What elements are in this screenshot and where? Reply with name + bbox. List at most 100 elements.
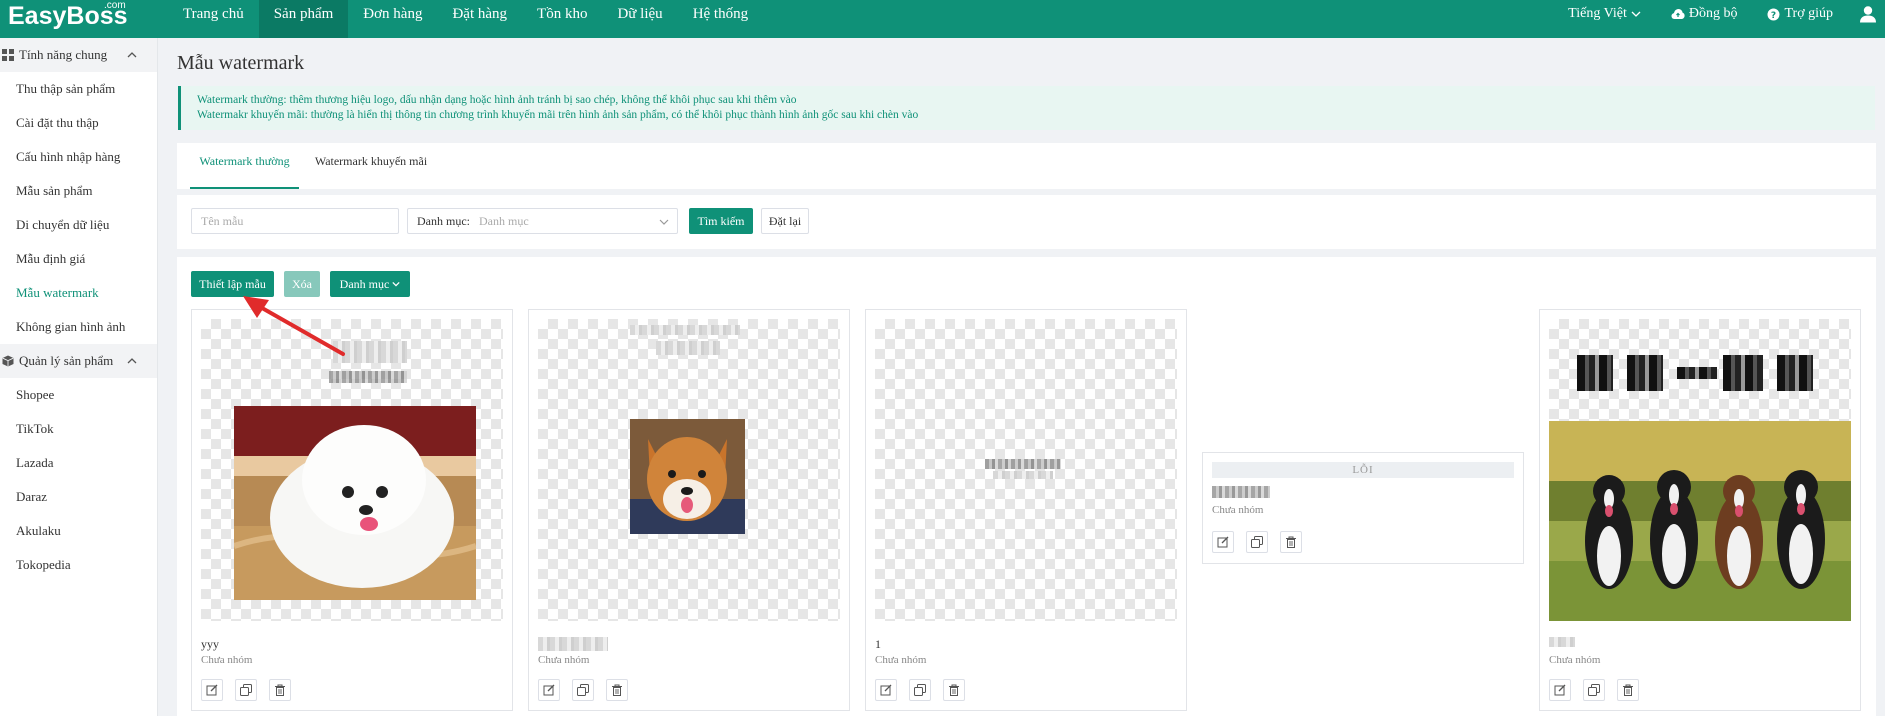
card-preview [1549,319,1851,621]
template-list-panel: Thiết lập mẫu Xóa Danh mục yyy Chưa nhóm… [177,257,1876,716]
sidebar-item-import-config[interactable]: Cấu hình nhập hàng [0,140,157,174]
watermark-text-blurred [656,341,720,355]
sidebar-item-image-space[interactable]: Không gian hình ảnh [0,310,157,344]
card-preview [201,319,503,621]
copy-icon [240,684,252,696]
nav-item-inventory[interactable]: Tồn kho [522,0,602,38]
category-select[interactable]: Danh mục: Danh mục [407,208,678,234]
sidebar-item-collect-settings[interactable]: Cài đặt thu thập [0,106,157,140]
nav-item-orders[interactable]: Đơn hàng [348,0,437,38]
template-name-input[interactable]: Tên mẫu [191,208,399,234]
sidebar-group-product-management[interactable]: Quản lý sản phẩm [0,344,157,378]
card-group: Chưa nhóm [201,654,253,666]
reset-button[interactable]: Đặt lại [761,208,809,234]
dogs-group-image [1549,421,1851,621]
edit-button[interactable] [1212,531,1234,553]
chevron-up-icon [127,358,137,364]
watermark-card[interactable]: 1 Chưa nhóm [865,309,1187,711]
watermark-text-blurred [1677,367,1717,379]
copy-icon [577,684,589,696]
delete-card-button[interactable] [943,679,965,701]
card-actions [1549,679,1651,701]
sidebar-item-akulaku[interactable]: Akulaku [0,514,157,548]
trash-icon [1623,684,1633,696]
language-label: Tiếng Việt [1568,6,1627,21]
delete-card-button[interactable] [1280,531,1302,553]
edit-button[interactable] [1549,679,1571,701]
edit-button[interactable] [875,679,897,701]
search-button[interactable]: Tìm kiếm [689,208,753,234]
nav-item-purchase[interactable]: Đặt hàng [437,0,522,38]
watermark-text-blurred [329,371,407,383]
sidebar-item-tokopedia[interactable]: Tokopedia [0,548,157,582]
nav-item-home[interactable]: Trang chủ [168,0,259,38]
copy-button[interactable] [235,679,257,701]
error-label: LỖI [1212,462,1514,478]
sidebar-item-daraz[interactable]: Daraz [0,480,157,514]
copy-button[interactable] [909,679,931,701]
sidebar-item-collect-products[interactable]: Thu thập sản phẩm [0,72,157,106]
copy-button[interactable] [1583,679,1605,701]
watermark-text-blurred [993,471,1053,479]
copy-button[interactable] [572,679,594,701]
card-name: yyy [201,637,219,651]
sync-button[interactable]: Đồng bộ [1671,0,1738,28]
notice-line-normal: Watermark thường: thêm thương hiệu logo,… [197,94,797,106]
chevron-up-icon [127,52,137,58]
annotation-arrow-icon [243,296,345,356]
card-name-blurred [538,637,608,651]
sidebar-item-product-templates[interactable]: Mẫu sản phẩm [0,174,157,208]
help-label: Trợ giúp [1784,6,1833,21]
user-avatar-icon[interactable] [1859,5,1877,23]
edit-icon [880,684,892,696]
card-name: 1 [875,637,881,651]
edit-button[interactable] [201,679,223,701]
help-icon: ? [1767,8,1780,21]
sidebar-item-pricing-templates[interactable]: Mẫu định giá [0,242,157,276]
grid-icon [2,49,14,61]
category-dropdown-label: Danh mục [339,277,390,291]
sidebar-item-lazada[interactable]: Lazada [0,446,157,480]
tab-promo-watermark[interactable]: Watermark khuyến mãi [311,143,431,189]
watermark-text-blurred [1723,355,1763,391]
main-nav: Trang chủ Sản phẩm Đơn hàng Đặt hàng Tồn… [168,0,763,38]
filter-panel: Tên mẫu Danh mục: Danh mục Tìm kiếm Đặt … [177,195,1876,249]
nav-item-data[interactable]: Dữ liệu [602,0,677,38]
card-preview [875,319,1177,621]
delete-card-button[interactable] [606,679,628,701]
watermark-card[interactable]: Chưa nhóm [1539,309,1861,711]
sidebar-item-watermark-templates[interactable]: Mẫu watermark [0,276,157,310]
copy-button[interactable] [1246,531,1268,553]
sidebar-group-general[interactable]: Tính năng chung [0,38,157,72]
card-preview [538,319,840,621]
sidebar-item-tiktok[interactable]: TikTok [0,412,157,446]
edit-button[interactable] [538,679,560,701]
edit-icon [1217,536,1229,548]
top-navbar: EasyBoss .com Trang chủ Sản phẩm Đơn hàn… [0,0,1885,38]
language-selector[interactable]: Tiếng Việt [1568,0,1641,28]
pomeranian-image [234,406,476,600]
watermark-card[interactable]: Chưa nhóm [528,309,850,711]
delete-card-button[interactable] [1617,679,1639,701]
info-notice: Watermark thường: thêm thương hiệu logo,… [178,86,1875,130]
nav-item-products[interactable]: Sản phẩm [258,0,349,38]
watermark-card[interactable]: yyy Chưa nhóm [191,309,513,711]
trash-icon [949,684,959,696]
card-actions [538,679,640,701]
card-group: Chưa nhóm [875,654,927,666]
sidebar-item-shopee[interactable]: Shopee [0,378,157,412]
sync-label: Đồng bộ [1688,6,1738,21]
right-nav: Tiếng Việt Đồng bộ ? Trợ giúp [1538,0,1877,38]
category-select-placeholder: Danh mục [479,214,529,228]
delete-card-button[interactable] [269,679,291,701]
card-group: Chưa nhóm [1212,504,1264,516]
watermark-text-blurred [1777,355,1813,391]
watermark-card-error[interactable]: LỖI Chưa nhóm [1202,452,1524,564]
app-logo-suffix: .com [104,0,126,11]
watermark-text-blurred [985,459,1061,469]
help-button[interactable]: ? Trợ giúp [1767,0,1833,28]
trash-icon [275,684,285,696]
nav-item-system[interactable]: Hệ thống [678,0,763,38]
sidebar-item-data-migration[interactable]: Di chuyển dữ liệu [0,208,157,242]
tab-normal-watermark[interactable]: Watermark thường [190,143,299,189]
